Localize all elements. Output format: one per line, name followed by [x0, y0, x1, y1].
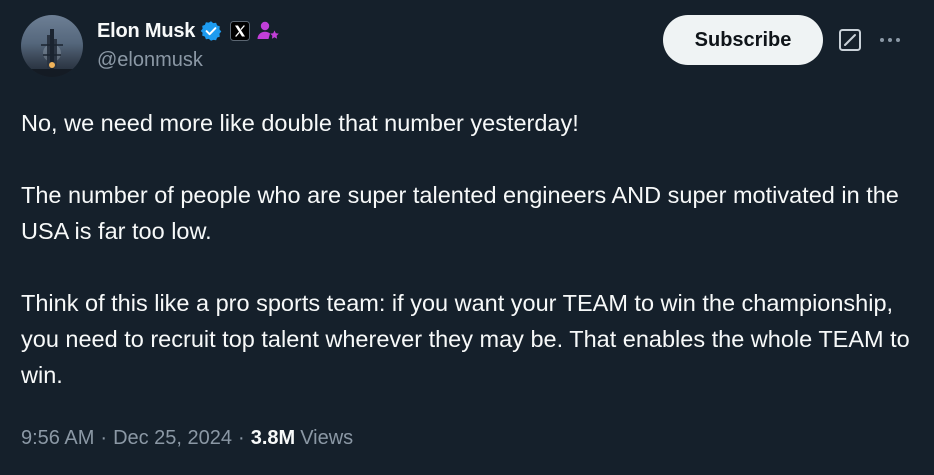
tweet-paragraph: The number of people who are super talen… [21, 182, 899, 244]
grok-icon[interactable] [838, 28, 862, 57]
x-logo-icon[interactable] [230, 21, 251, 41]
tweet-paragraph: Think of this like a pro sports team: if… [21, 290, 910, 388]
person-star-icon[interactable] [256, 20, 280, 42]
tweet-meta: 9:56 AM · Dec 25, 2024 · 3.8M Views [21, 427, 353, 450]
tweet-date[interactable]: Dec 25, 2024 [113, 427, 232, 450]
handle[interactable]: @elonmusk [97, 49, 203, 72]
display-name[interactable]: Elon Musk [97, 20, 195, 43]
tweet-text: No, we need more like double that number… [21, 105, 916, 393]
more-icon[interactable] [877, 28, 903, 57]
subscribe-button[interactable]: Subscribe [663, 15, 823, 65]
verified-badge-icon[interactable] [200, 20, 222, 42]
separator: · [238, 427, 245, 449]
rocket-launch-image [21, 29, 83, 77]
tweet-time[interactable]: 9:56 AM [21, 427, 94, 450]
views-count: 3.8M [250, 427, 296, 449]
views-label: Views [300, 427, 354, 449]
separator: · [100, 427, 108, 449]
tweet-card: Elon Musk @elonmusk Subscribe No, we nee… [0, 0, 934, 475]
tweet-paragraph: No, we need more like double that number… [21, 110, 579, 136]
author-name-row: Elon Musk [97, 17, 280, 45]
avatar[interactable] [21, 15, 83, 77]
